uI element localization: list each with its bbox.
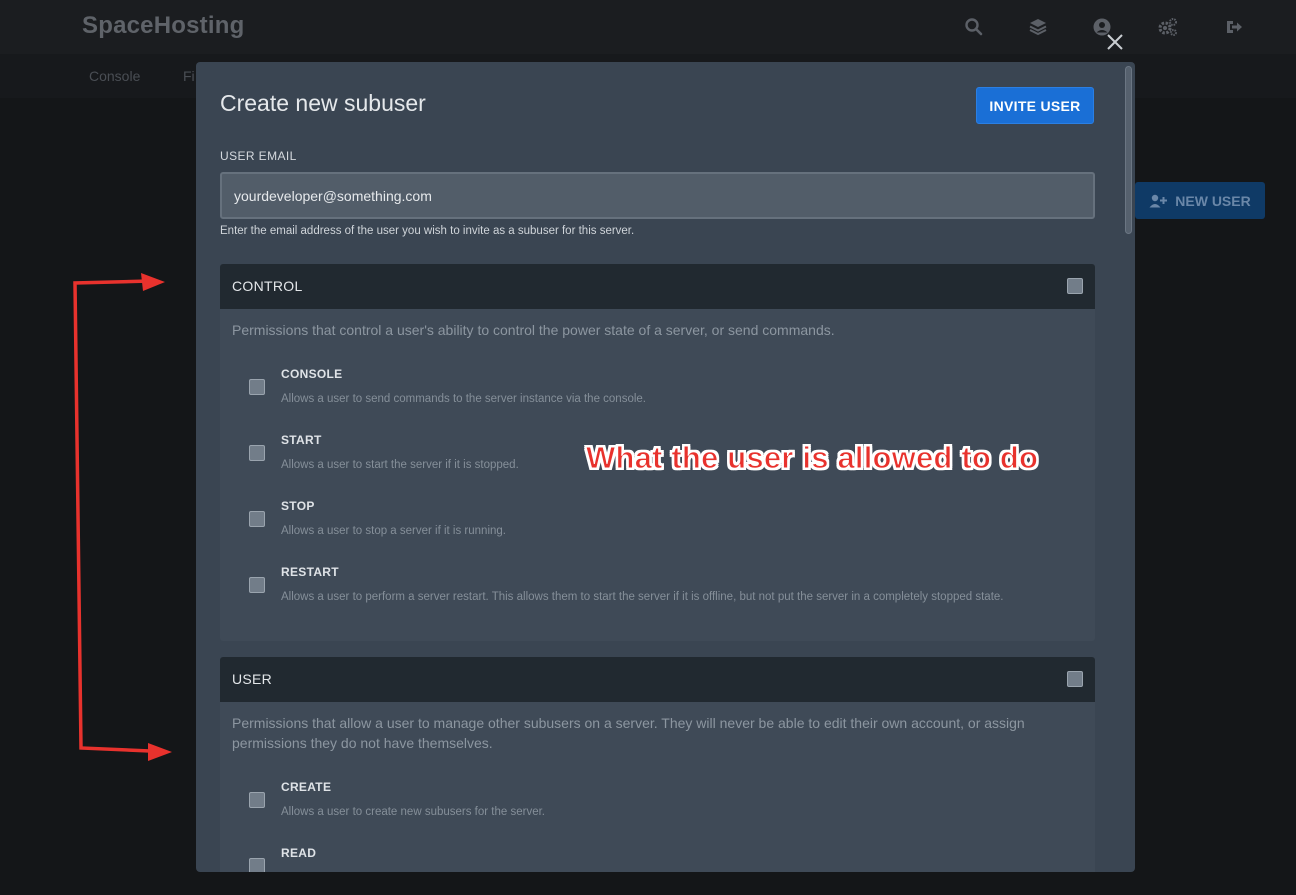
cogs-icon[interactable] bbox=[1158, 17, 1178, 37]
permission-item-title: READ bbox=[281, 846, 317, 860]
read-checkbox[interactable] bbox=[249, 858, 265, 872]
modal-scrollbar[interactable] bbox=[1125, 66, 1132, 234]
subnav-item-console[interactable]: Console bbox=[89, 68, 140, 84]
email-field[interactable] bbox=[220, 172, 1095, 219]
invite-user-button[interactable]: INVITE USER bbox=[976, 87, 1094, 124]
permission-item-description: Allows a user to perform a server restar… bbox=[281, 591, 1004, 603]
permission-item-description: Allows a user to send commands to the se… bbox=[281, 393, 646, 405]
permission-item-title: STOP bbox=[281, 499, 315, 513]
new-user-label: NEW USER bbox=[1175, 192, 1251, 209]
permission-item-title: START bbox=[281, 433, 322, 447]
layers-icon[interactable] bbox=[1028, 17, 1048, 37]
permission-item-title: RESTART bbox=[281, 565, 339, 579]
email-help-text: Enter the email address of the user you … bbox=[220, 225, 635, 237]
new-user-button[interactable]: NEW USER bbox=[1135, 182, 1265, 219]
restart-checkbox[interactable] bbox=[249, 577, 265, 593]
permission-item-description: Allows a user to create new subusers for… bbox=[281, 806, 545, 818]
select-all-user-checkbox[interactable] bbox=[1067, 671, 1083, 687]
permission-group-title: USER bbox=[232, 671, 273, 687]
user-plus-icon bbox=[1149, 194, 1168, 208]
permission-item-description: Allows a user to stop a server if it is … bbox=[281, 525, 506, 537]
console-checkbox[interactable] bbox=[249, 379, 265, 395]
search-icon[interactable] bbox=[964, 17, 984, 37]
stop-checkbox[interactable] bbox=[249, 511, 265, 527]
permission-group-header: USER bbox=[220, 657, 1095, 702]
sign-out-icon[interactable] bbox=[1224, 17, 1244, 37]
create-checkbox[interactable] bbox=[249, 792, 265, 808]
permission-group-title: CONTROL bbox=[232, 278, 303, 294]
permission-group-description: Permissions that control a user's abilit… bbox=[232, 322, 835, 338]
brand-logo[interactable]: SpaceHosting bbox=[82, 12, 244, 40]
start-checkbox[interactable] bbox=[249, 445, 265, 461]
subnav-item-files[interactable]: Fi bbox=[183, 68, 195, 84]
permission-group-user: USER Permissions that allow a user to ma… bbox=[220, 657, 1095, 872]
select-all-control-checkbox[interactable] bbox=[1067, 278, 1083, 294]
permission-item-title: CREATE bbox=[281, 780, 332, 794]
email-label: USER EMAIL bbox=[220, 149, 297, 163]
top-navbar: SpaceHosting bbox=[0, 0, 1296, 54]
close-icon[interactable] bbox=[1104, 31, 1126, 53]
permission-item-title: CONSOLE bbox=[281, 367, 343, 381]
permission-group-description: Permissions that allow a user to manage … bbox=[232, 715, 1025, 751]
modal-title: Create new subuser bbox=[220, 90, 426, 116]
permission-group-header: CONTROL bbox=[220, 264, 1095, 309]
annotation-label: What the user is allowed to do bbox=[585, 440, 1039, 476]
